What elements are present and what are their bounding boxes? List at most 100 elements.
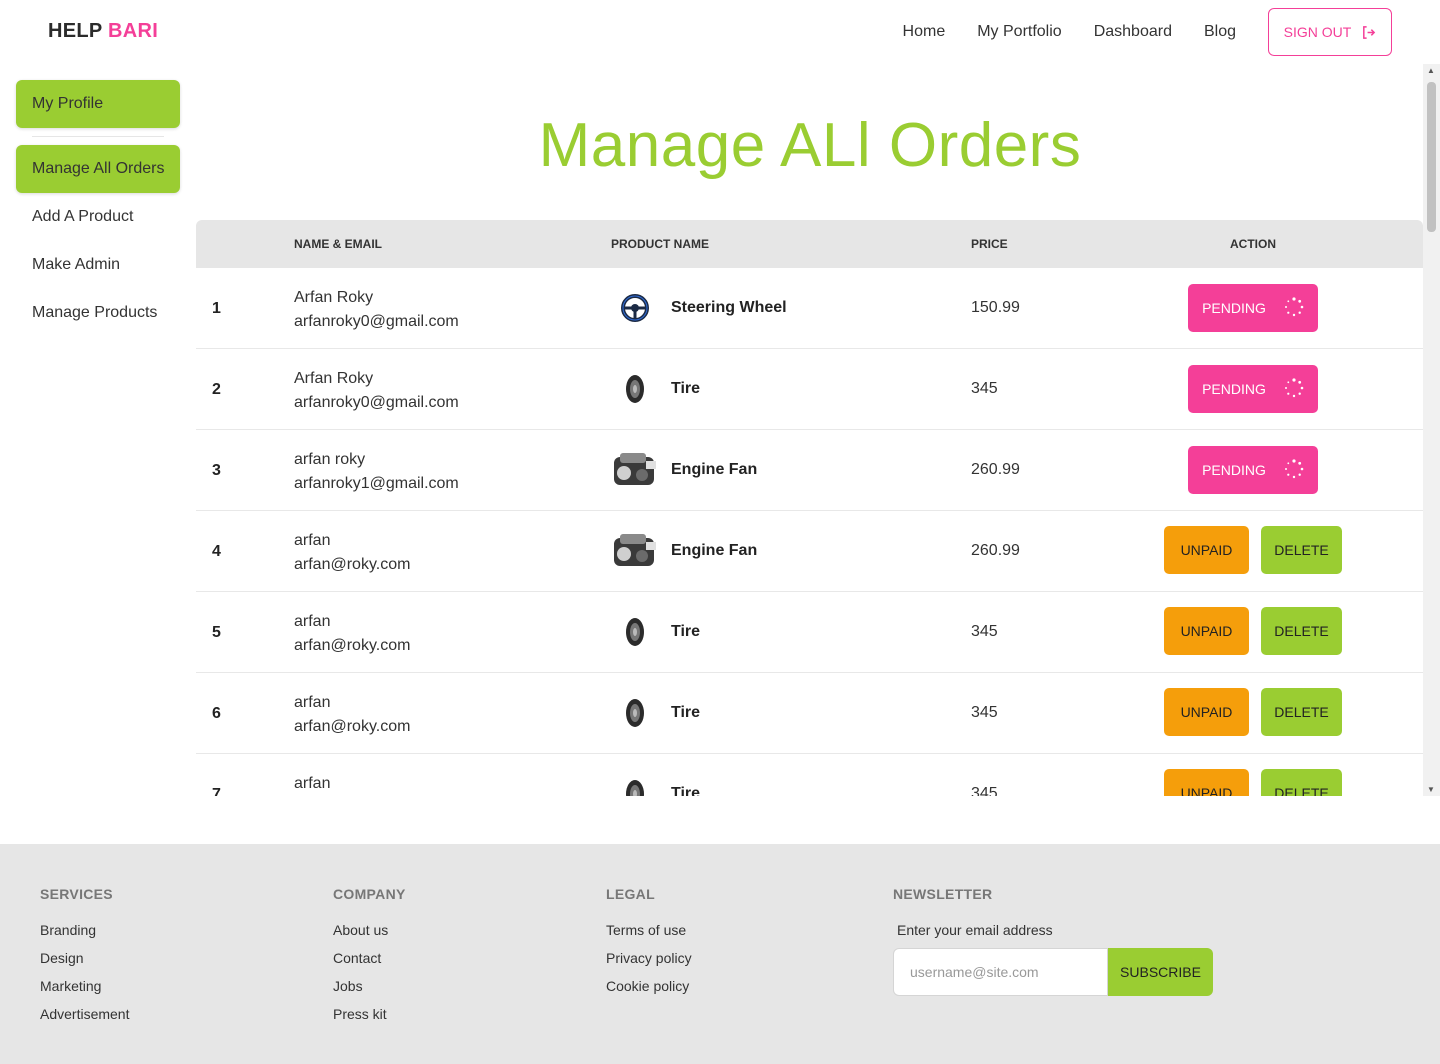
- column-header-action: ACTION: [1230, 237, 1276, 251]
- unpaid-button[interactable]: UNPAID: [1164, 526, 1249, 574]
- row-number: 6: [212, 705, 221, 722]
- nav-home[interactable]: Home: [903, 23, 946, 41]
- unpaid-button[interactable]: UNPAID: [1164, 607, 1249, 655]
- footer-link-terms[interactable]: Terms of use: [606, 922, 692, 950]
- newsletter-form: username@site.com SUBSCRIBE: [893, 948, 1213, 996]
- footer-company: COMPANY About us Contact Jobs Press kit: [333, 886, 406, 1034]
- sidebar-divider: [32, 136, 164, 137]
- newsletter-label: Enter your email address: [897, 922, 1053, 938]
- sign-out-icon: [1363, 25, 1376, 39]
- column-header-product-name: PRODUCT NAME: [611, 237, 709, 251]
- customer-email: arfan@roky.com: [294, 556, 411, 573]
- nav-blog[interactable]: Blog: [1204, 23, 1236, 41]
- tire-icon: [610, 610, 660, 654]
- column-header-price: PRICE: [971, 237, 1008, 251]
- pending-button[interactable]: PENDING: [1188, 365, 1318, 413]
- pending-label: PENDING: [1202, 300, 1266, 316]
- customer-name-email: arfan roky arfanroky1@gmail.com: [294, 448, 459, 496]
- customer-name-email: Arfan Roky arfanroky0@gmail.com: [294, 286, 459, 334]
- footer-link-advertisement[interactable]: Advertisement: [40, 1006, 129, 1034]
- customer-name: arfan: [294, 532, 331, 549]
- customer-email: arfan@roky.com: [294, 637, 411, 654]
- table-row: 2 Arfan Roky arfanroky0@gmail.com Tire 3…: [196, 349, 1423, 430]
- product-price: 260.99: [971, 542, 1020, 559]
- delete-button[interactable]: DELETE: [1261, 769, 1342, 796]
- nav-dashboard[interactable]: Dashboard: [1094, 23, 1172, 41]
- sidebar-item-manage-all-orders[interactable]: Manage All Orders: [16, 145, 180, 193]
- product-name: Tire: [671, 704, 701, 721]
- newsletter-email-input[interactable]: username@site.com: [893, 948, 1108, 996]
- unpaid-button[interactable]: UNPAID: [1164, 769, 1249, 796]
- product-price: 150.99: [971, 299, 1020, 316]
- steering-wheel-icon: [610, 286, 660, 330]
- footer-link-cookie[interactable]: Cookie policy: [606, 978, 692, 1006]
- row-number: 3: [212, 462, 221, 479]
- logo-text-help: HELP: [48, 20, 103, 42]
- site-footer: SERVICES Branding Design Marketing Adver…: [0, 844, 1440, 1064]
- footer-link-marketing[interactable]: Marketing: [40, 978, 129, 1006]
- spinner-icon: [1284, 377, 1304, 401]
- sidebar-item-add-a-product[interactable]: Add A Product: [16, 193, 180, 241]
- sign-out-button[interactable]: SIGN OUT: [1268, 8, 1392, 56]
- customer-name: arfan: [294, 775, 331, 792]
- sidebar: My Profile Manage All Orders Add A Produ…: [16, 80, 180, 337]
- footer-legal-heading: LEGAL: [606, 886, 655, 902]
- customer-name-email: arfan arfan@roky.com: [294, 610, 410, 658]
- scroll-down-arrow-icon[interactable]: ▼: [1427, 785, 1435, 794]
- footer-link-privacy[interactable]: Privacy policy: [606, 950, 692, 978]
- spinner-icon: [1284, 458, 1304, 482]
- product-price: 345: [971, 380, 998, 397]
- footer-link-jobs[interactable]: Jobs: [333, 978, 406, 1006]
- sidebar-item-my-profile[interactable]: My Profile: [16, 80, 180, 128]
- product-name: Tire: [671, 785, 701, 796]
- footer-services: SERVICES Branding Design Marketing Adver…: [40, 886, 129, 1034]
- main-nav: Home My Portfolio Dashboard Blog SIGN OU…: [903, 8, 1392, 56]
- sidebar-item-manage-products[interactable]: Manage Products: [16, 289, 180, 337]
- delete-button[interactable]: DELETE: [1261, 526, 1342, 574]
- row-number: 2: [212, 381, 221, 398]
- pending-button[interactable]: PENDING: [1188, 284, 1318, 332]
- main-scrollbar[interactable]: ▲ ▼: [1423, 64, 1440, 796]
- customer-name-email: arfan arfan@roky.com: [294, 772, 410, 796]
- footer-link-contact[interactable]: Contact: [333, 950, 406, 978]
- footer-legal: LEGAL Terms of use Privacy policy Cookie…: [606, 886, 692, 1006]
- product-price: 345: [971, 785, 998, 796]
- table-header: NAME & EMAIL PRODUCT NAME PRICE ACTION: [196, 220, 1423, 268]
- product-name: Engine Fan: [671, 542, 758, 559]
- delete-button[interactable]: DELETE: [1261, 688, 1342, 736]
- spinner-icon: [1284, 296, 1304, 320]
- footer-services-heading: SERVICES: [40, 886, 113, 902]
- table-row: 4 arfan arfan@roky.com Engine Fan 260.99…: [196, 511, 1423, 592]
- footer-company-heading: COMPANY: [333, 886, 406, 902]
- customer-email: arfanroky0@gmail.com: [294, 394, 459, 411]
- row-number: 5: [212, 624, 221, 641]
- footer-link-branding[interactable]: Branding: [40, 922, 129, 950]
- footer-link-design[interactable]: Design: [40, 950, 129, 978]
- scroll-thumb[interactable]: [1427, 82, 1436, 232]
- nav-my-portfolio[interactable]: My Portfolio: [977, 23, 1061, 41]
- customer-email: arfanroky1@gmail.com: [294, 475, 459, 492]
- footer-newsletter-heading: NEWSLETTER: [893, 886, 993, 902]
- product-name: Steering Wheel: [671, 299, 787, 316]
- product-price: 345: [971, 623, 998, 640]
- sidebar-item-make-admin[interactable]: Make Admin: [16, 241, 180, 289]
- table-row: 6 arfan arfan@roky.com Tire 345 UNPAID DE…: [196, 673, 1423, 754]
- table-row: 5 arfan arfan@roky.com Tire 345 UNPAID DE…: [196, 592, 1423, 673]
- subscribe-button[interactable]: SUBSCRIBE: [1108, 948, 1213, 996]
- table-body: 1 Arfan Roky arfanroky0@gmail.com Steeri…: [196, 268, 1423, 796]
- table-row: 3 arfan roky arfanroky1@gmail.com Engine…: [196, 430, 1423, 511]
- footer-link-press-kit[interactable]: Press kit: [333, 1006, 406, 1034]
- scroll-up-arrow-icon[interactable]: ▲: [1427, 66, 1435, 75]
- orders-table: NAME & EMAIL PRODUCT NAME PRICE ACTION 1…: [196, 220, 1423, 796]
- unpaid-button[interactable]: UNPAID: [1164, 688, 1249, 736]
- pending-button[interactable]: PENDING: [1188, 446, 1318, 494]
- row-number: 1: [212, 300, 221, 317]
- sign-out-label: SIGN OUT: [1283, 24, 1352, 40]
- delete-button[interactable]: DELETE: [1261, 607, 1342, 655]
- tire-icon: [610, 691, 660, 735]
- brand-logo[interactable]: HELP BARI: [48, 20, 158, 43]
- engine-icon: [610, 448, 660, 492]
- customer-name: arfan roky: [294, 451, 366, 468]
- tire-icon: [610, 367, 660, 411]
- footer-link-about-us[interactable]: About us: [333, 922, 406, 950]
